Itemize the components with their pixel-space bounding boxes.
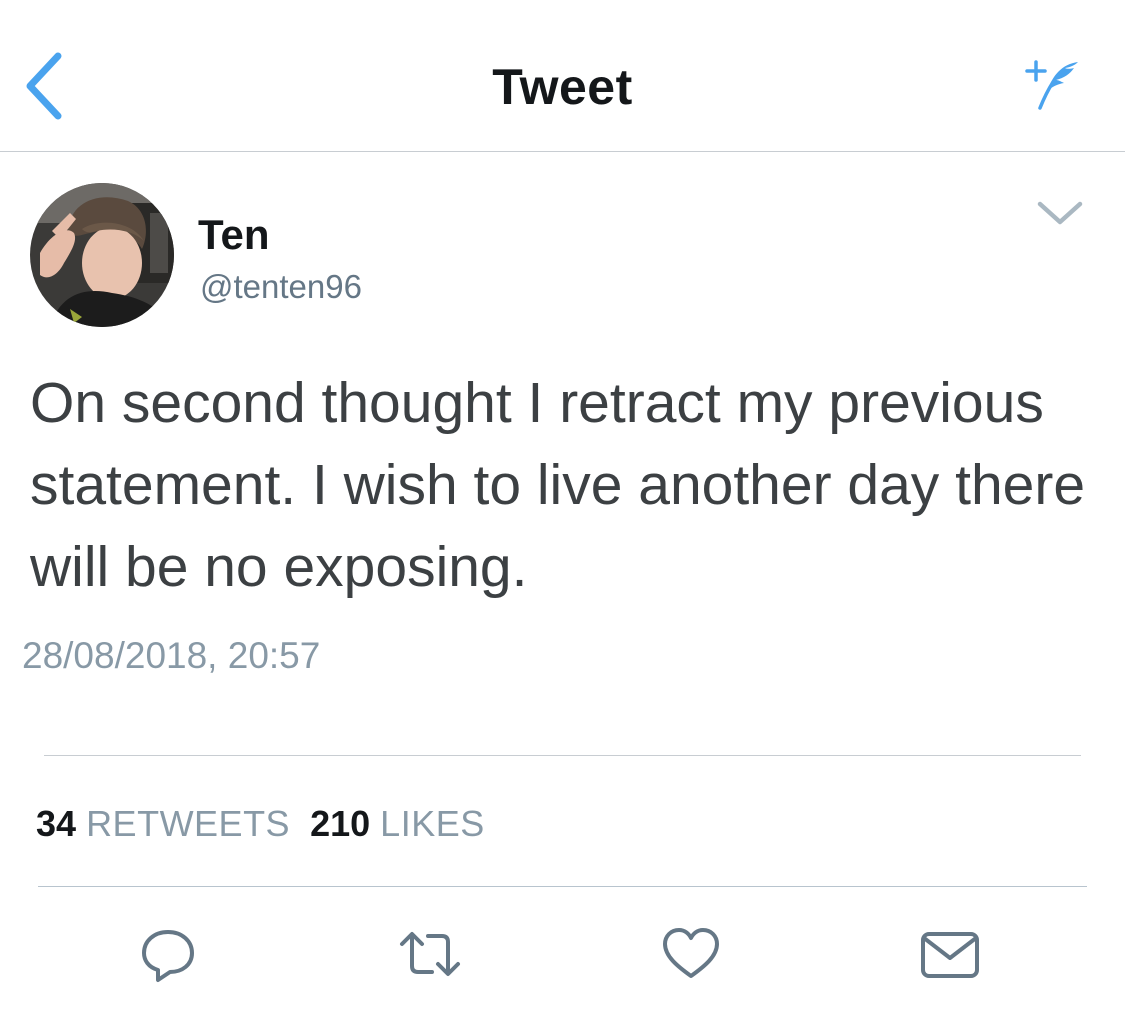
divider	[38, 886, 1087, 887]
likes-count: 210	[310, 803, 371, 844]
retweets-label: RETWEETS	[86, 803, 291, 844]
retweet-button[interactable]	[398, 922, 462, 986]
retweets-count: 34	[36, 803, 77, 844]
retweet-icon	[400, 932, 460, 976]
avatar-photo	[30, 183, 174, 327]
compose-feather-icon	[1025, 60, 1078, 110]
tweet-timestamp: 28/08/2018, 20:57	[22, 635, 321, 676]
like-icon	[663, 928, 719, 978]
reply-button[interactable]	[136, 922, 200, 986]
author-name[interactable]: Ten	[198, 211, 270, 259]
tweet-text: On second thought I retract my previous …	[30, 371, 1086, 599]
tweet-stats: 34 RETWEETS 210 LIKES	[36, 803, 505, 845]
share-icon	[921, 932, 979, 978]
likes-stat[interactable]: 210 LIKES	[310, 803, 485, 844]
tweet-options-button[interactable]	[1034, 196, 1086, 232]
navigation-bar: Tweet	[0, 0, 1125, 152]
compose-button[interactable]	[1020, 56, 1084, 114]
page-title: Tweet	[492, 59, 633, 115]
divider	[44, 755, 1081, 756]
like-button[interactable]	[659, 922, 723, 986]
chevron-down-icon	[1037, 201, 1083, 225]
author-handle[interactable]: @tenten96	[200, 268, 362, 306]
retweets-stat[interactable]: 34 RETWEETS	[36, 803, 290, 844]
reply-icon	[142, 930, 194, 982]
likes-label: LIKES	[380, 803, 485, 844]
share-button[interactable]	[918, 922, 982, 986]
avatar[interactable]	[30, 183, 174, 327]
